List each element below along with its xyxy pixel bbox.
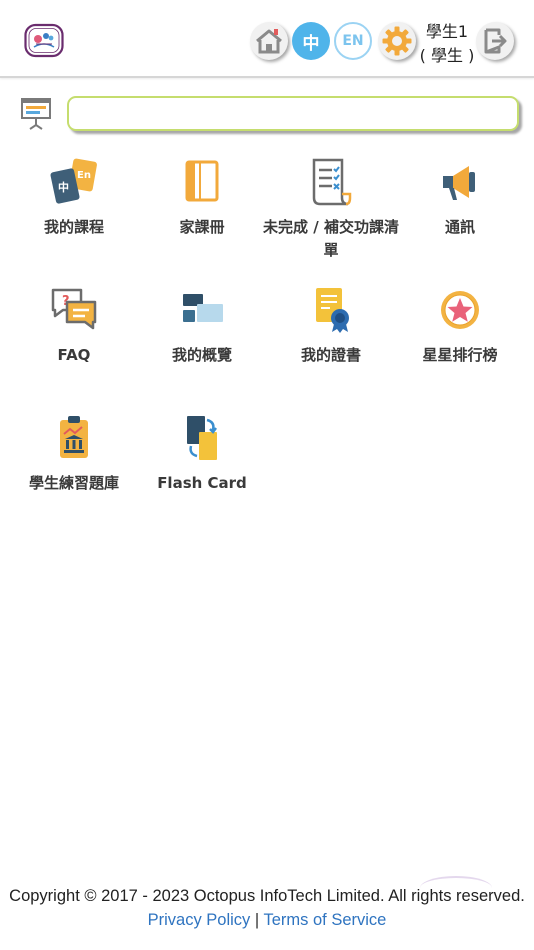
menu-exercise-bank[interactable]: 學生練習題庫 — [4, 414, 144, 495]
footer-separator: | — [254, 911, 260, 929]
terms-of-service-link[interactable]: Terms of Service — [264, 911, 387, 929]
search-input[interactable] — [67, 96, 519, 131]
menu-label: 通訊 — [444, 218, 475, 236]
star-badge-icon — [441, 291, 479, 329]
home-icon — [256, 29, 282, 54]
menu-label: 未完成 / 補交功課清單 — [263, 218, 399, 259]
menu-notices[interactable]: 通訊 — [390, 158, 530, 239]
menu-label: 家課冊 — [179, 218, 225, 236]
language-chinese-button[interactable]: 中 — [292, 22, 330, 60]
homework-book-icon — [185, 160, 219, 202]
menu-pending-homework[interactable]: 未完成 / 補交功課清單 — [261, 158, 401, 262]
menu-label: 學生練習題庫 — [28, 474, 119, 492]
overview-blocks-icon — [183, 294, 223, 322]
user-role: ( 學生 ) — [419, 46, 475, 65]
menu-label: FAQ — [57, 346, 91, 364]
copyright-text: Copyright © 2017 - 2023 Octopus InfoTech… — [9, 887, 525, 905]
settings-button[interactable] — [378, 22, 416, 60]
menu-homework-book[interactable]: 家課冊 — [132, 158, 272, 239]
top-header: 中 EN 學生1 ( 學生 ) — [0, 0, 534, 78]
menu-label: 我的課程 — [43, 218, 104, 236]
presentation-board-icon[interactable] — [20, 96, 52, 130]
user-name: 學生1 — [425, 22, 469, 41]
menu-label: 我的概覽 — [171, 346, 232, 364]
checklist-document-icon — [312, 158, 352, 206]
school-logo-icon[interactable] — [24, 23, 64, 58]
logout-icon — [484, 28, 507, 54]
svg-text:En: En — [77, 170, 91, 181]
faq-chat-icon: ? — [51, 288, 97, 330]
gear-icon — [382, 26, 412, 56]
menu-my-certificates[interactable]: 我的證書 — [261, 286, 401, 367]
menu-flash-card[interactable]: Flash Card — [132, 414, 272, 495]
menu-label: 星星排行榜 — [422, 346, 498, 364]
menu-my-courses[interactable]: En 中 我的課程 — [4, 158, 144, 239]
exercise-bank-icon — [60, 416, 88, 458]
menu-label: Flash Card — [157, 474, 247, 492]
menu-faq[interactable]: ? FAQ — [4, 286, 144, 367]
logout-button[interactable] — [476, 22, 514, 60]
language-english-button[interactable]: EN — [334, 22, 372, 60]
home-button[interactable] — [250, 22, 288, 60]
menu-my-overview[interactable]: 我的概覽 — [132, 286, 272, 367]
svg-text:中: 中 — [58, 180, 69, 194]
footer-links: Privacy Policy | Terms of Service — [0, 908, 534, 932]
certificate-icon — [316, 288, 349, 333]
menu-star-ranking[interactable]: 星星排行榜 — [390, 286, 530, 367]
menu-label: 我的證書 — [300, 346, 361, 364]
page-footer: Copyright © 2017 - 2023 Octopus InfoTech… — [0, 884, 534, 932]
privacy-policy-link[interactable]: Privacy Policy — [148, 911, 251, 929]
courses-cards-icon: En 中 — [50, 158, 97, 204]
megaphone-icon — [443, 166, 475, 200]
flash-card-icon — [187, 416, 217, 460]
